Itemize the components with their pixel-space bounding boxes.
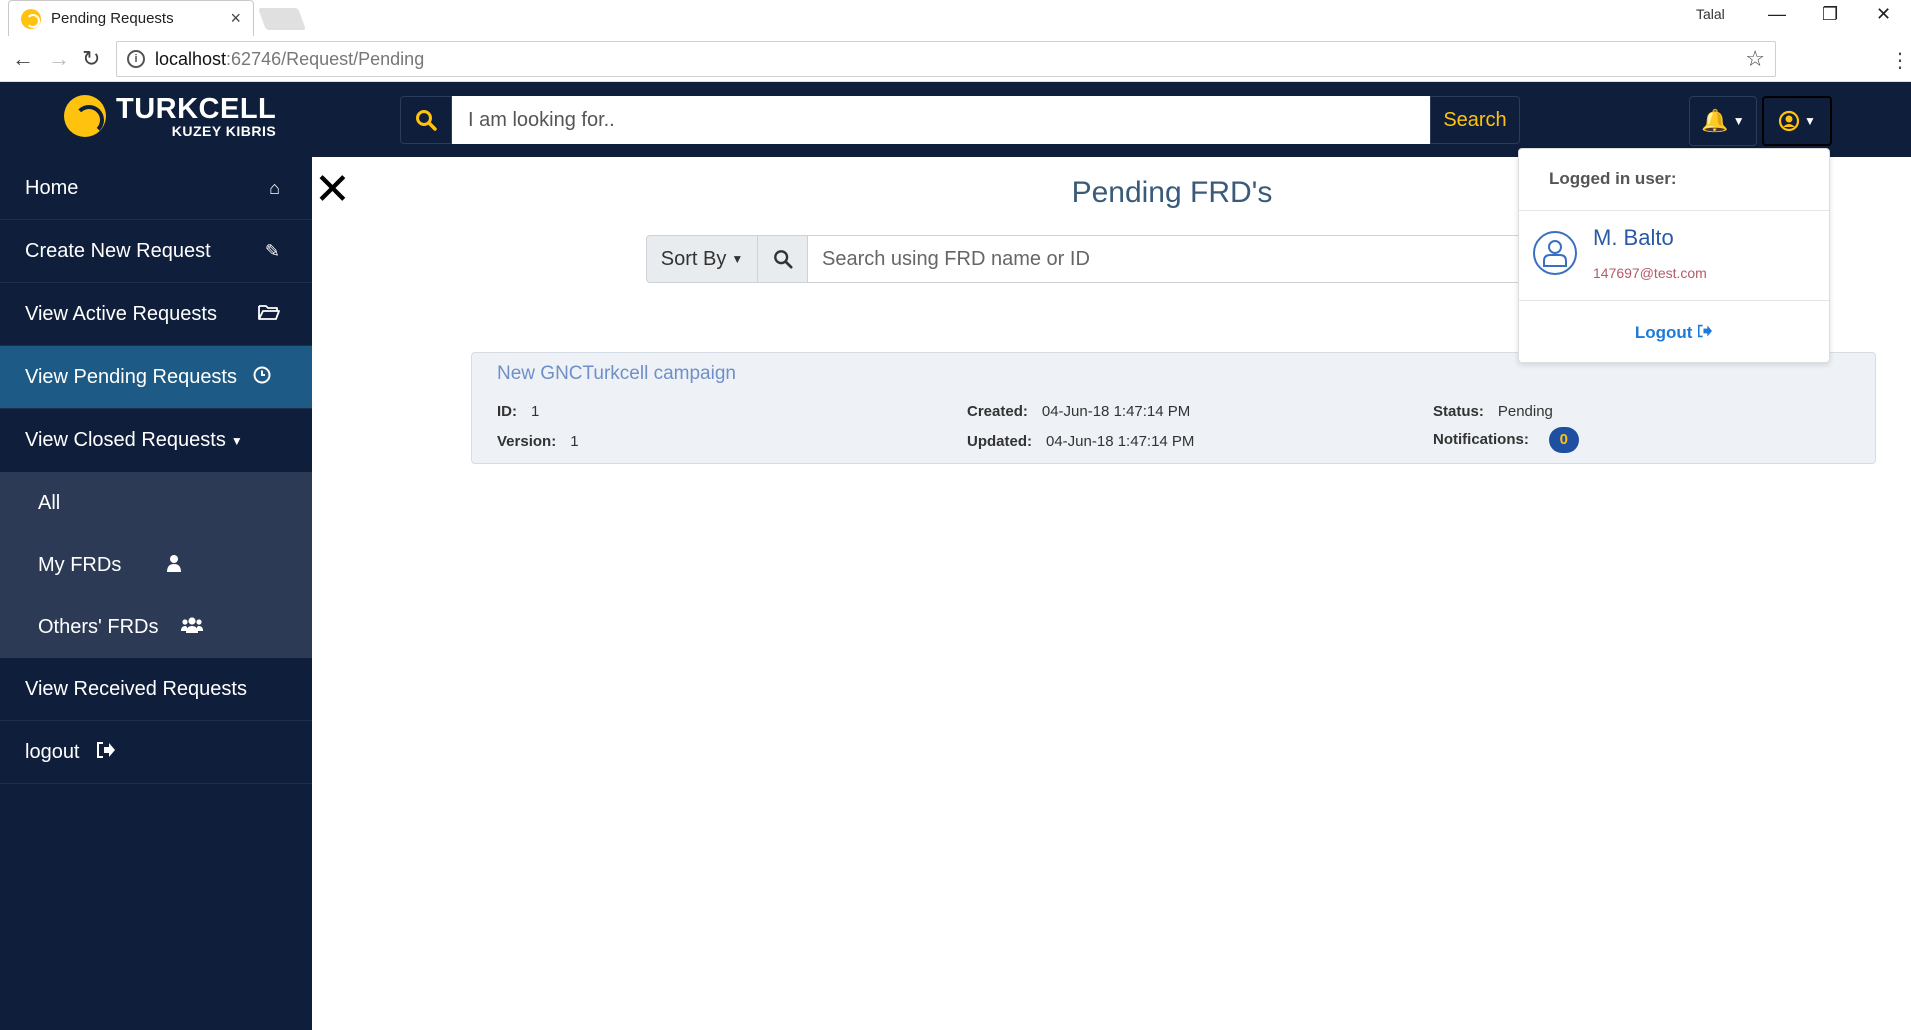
notification-count-badge: 0: [1548, 427, 1579, 453]
frd-updated: Updated: 04-Jun-18 1:47:14 PM: [967, 433, 1195, 450]
sign-out-icon: [96, 741, 116, 764]
sidebar-item-label: View Received Requests: [25, 677, 247, 700]
sidebar-item-view-closed-requests[interactable]: View Closed Requests ▼: [0, 409, 312, 472]
sidebar-item-label: logout: [25, 740, 80, 763]
submenu-item-all[interactable]: All: [0, 472, 312, 534]
caret-down-icon: ▼: [1732, 114, 1745, 128]
header-search: Search: [400, 96, 1520, 144]
bell-icon: 🔔: [1701, 108, 1729, 133]
sidebar-item-view-pending-requests[interactable]: View Pending Requests: [0, 346, 312, 409]
user-avatar-icon: [1533, 231, 1577, 275]
sort-by-dropdown[interactable]: Sort By ▼: [646, 235, 758, 283]
bookmark-star-icon[interactable]: ☆: [1745, 46, 1765, 72]
sidebar-item-view-received-requests[interactable]: View Received Requests: [0, 658, 312, 721]
home-icon: ⌂: [269, 177, 280, 198]
search-icon: [758, 235, 808, 283]
user-icon: [167, 554, 182, 577]
browser-menu-icon[interactable]: ⋮: [1890, 48, 1910, 73]
caret-down-icon: ▼: [731, 252, 744, 266]
browser-tab-bar: Pending Requests × Talal — ❐ ✕: [0, 0, 1911, 36]
user-menu-button[interactable]: ▼: [1762, 96, 1832, 146]
url-field[interactable]: i localhost:62746/Request/Pending ☆: [116, 41, 1776, 77]
sidebar-item-view-active-requests[interactable]: View Active Requests: [0, 283, 312, 346]
turkcell-logo[interactable]: TURKCELL KUZEY KIBRIS: [64, 94, 276, 138]
sidebar-item-home[interactable]: Home ⌂: [0, 157, 312, 220]
info-icon[interactable]: i: [127, 50, 145, 68]
frd-version: Version: 1: [497, 433, 579, 450]
dropdown-logout-link[interactable]: Logout: [1519, 301, 1829, 343]
frd-card[interactable]: New GNCTurkcell campaign ID: 1 Version: 1 …: [471, 352, 1876, 464]
frd-id: ID: 1: [497, 403, 540, 420]
header-search-button[interactable]: Search: [1430, 96, 1520, 144]
closed-requests-submenu: All My FRDs Others' FRDs: [0, 472, 312, 658]
submenu-item-label: All: [38, 491, 61, 514]
sign-out-icon: [1698, 324, 1713, 338]
submenu-item-others-frds[interactable]: Others' FRDs: [0, 596, 312, 658]
sidebar-item-logout[interactable]: logout: [0, 721, 312, 784]
app-header: TURKCELL KUZEY KIBRIS Search 🔔▼ ▼: [0, 82, 1911, 157]
folder-open-icon: [258, 303, 280, 326]
minimize-icon[interactable]: —: [1768, 4, 1786, 25]
address-bar-row: ← → ↻ i localhost:62746/Request/Pending …: [0, 36, 1911, 82]
sidebar-item-label: View Pending Requests: [25, 365, 237, 388]
window-user-name: Talal: [1696, 6, 1725, 22]
sidebar-item-label: View Active Requests: [25, 302, 217, 325]
users-icon: [180, 616, 203, 639]
clock-icon: [253, 366, 271, 389]
frd-search-input[interactable]: [808, 235, 1528, 283]
sidebar-item-create-new-request[interactable]: Create New Request ✎: [0, 220, 312, 283]
restore-icon[interactable]: ❐: [1822, 4, 1838, 25]
user-name: M. Balto: [1593, 225, 1674, 250]
dropdown-header: Logged in user:: [1519, 149, 1829, 211]
caret-down-icon: ▼: [230, 433, 243, 448]
user-circle-icon: [1778, 110, 1800, 132]
tab-title: Pending Requests: [51, 10, 174, 27]
logo-main-text: TURKCELL: [116, 93, 277, 125]
user-email: 147697@test.com: [1593, 265, 1707, 281]
submenu-item-my-frds[interactable]: My FRDs: [0, 534, 312, 596]
turkcell-favicon-icon: [21, 8, 41, 29]
back-arrow-icon[interactable]: ←: [12, 46, 34, 72]
turkcell-logo-icon: [64, 95, 106, 137]
submenu-item-label: Others' FRDs: [38, 615, 159, 638]
caret-down-icon: ▼: [1804, 114, 1816, 128]
dropdown-user-info: M. Balto 147697@test.com: [1519, 211, 1829, 301]
search-icon: [400, 96, 452, 144]
frd-card-title[interactable]: New GNCTurkcell campaign: [497, 363, 736, 385]
new-tab-button[interactable]: [257, 8, 307, 30]
frd-created: Created: 04-Jun-18 1:47:14 PM: [967, 403, 1191, 420]
tab-close-icon[interactable]: ×: [230, 8, 241, 29]
submenu-item-label: My FRDs: [38, 553, 122, 576]
notifications-button[interactable]: 🔔 ▼: [1689, 96, 1757, 146]
sort-by-label: Sort By: [660, 247, 727, 270]
logo-sub-text: KUZEY KIBRIS: [171, 123, 277, 139]
window-close-icon[interactable]: ✕: [1876, 4, 1891, 25]
sidebar: Home ⌂ Create New Request ✎ View Active …: [0, 157, 312, 1030]
browser-tab[interactable]: Pending Requests ×: [8, 0, 254, 36]
url-host: localhost: [155, 48, 227, 69]
sidebar-item-label: View Closed Requests: [25, 429, 226, 451]
forward-arrow-icon[interactable]: →: [48, 46, 70, 72]
header-search-input[interactable]: [452, 96, 1430, 144]
sidebar-item-label: Create New Request: [25, 239, 211, 262]
sidebar-item-label: Home: [25, 176, 79, 199]
frd-notifications: Notifications: 0: [1433, 427, 1579, 453]
reload-icon[interactable]: ↻: [82, 46, 100, 72]
frd-filter-bar: Sort By ▼: [646, 235, 1528, 283]
url-path: :62746/Request/Pending: [226, 48, 425, 69]
user-dropdown-menu: Logged in user: M. Balto 147697@test.com…: [1518, 148, 1830, 363]
frd-status: Status: Pending: [1433, 403, 1553, 420]
edit-icon: ✎: [264, 240, 280, 261]
